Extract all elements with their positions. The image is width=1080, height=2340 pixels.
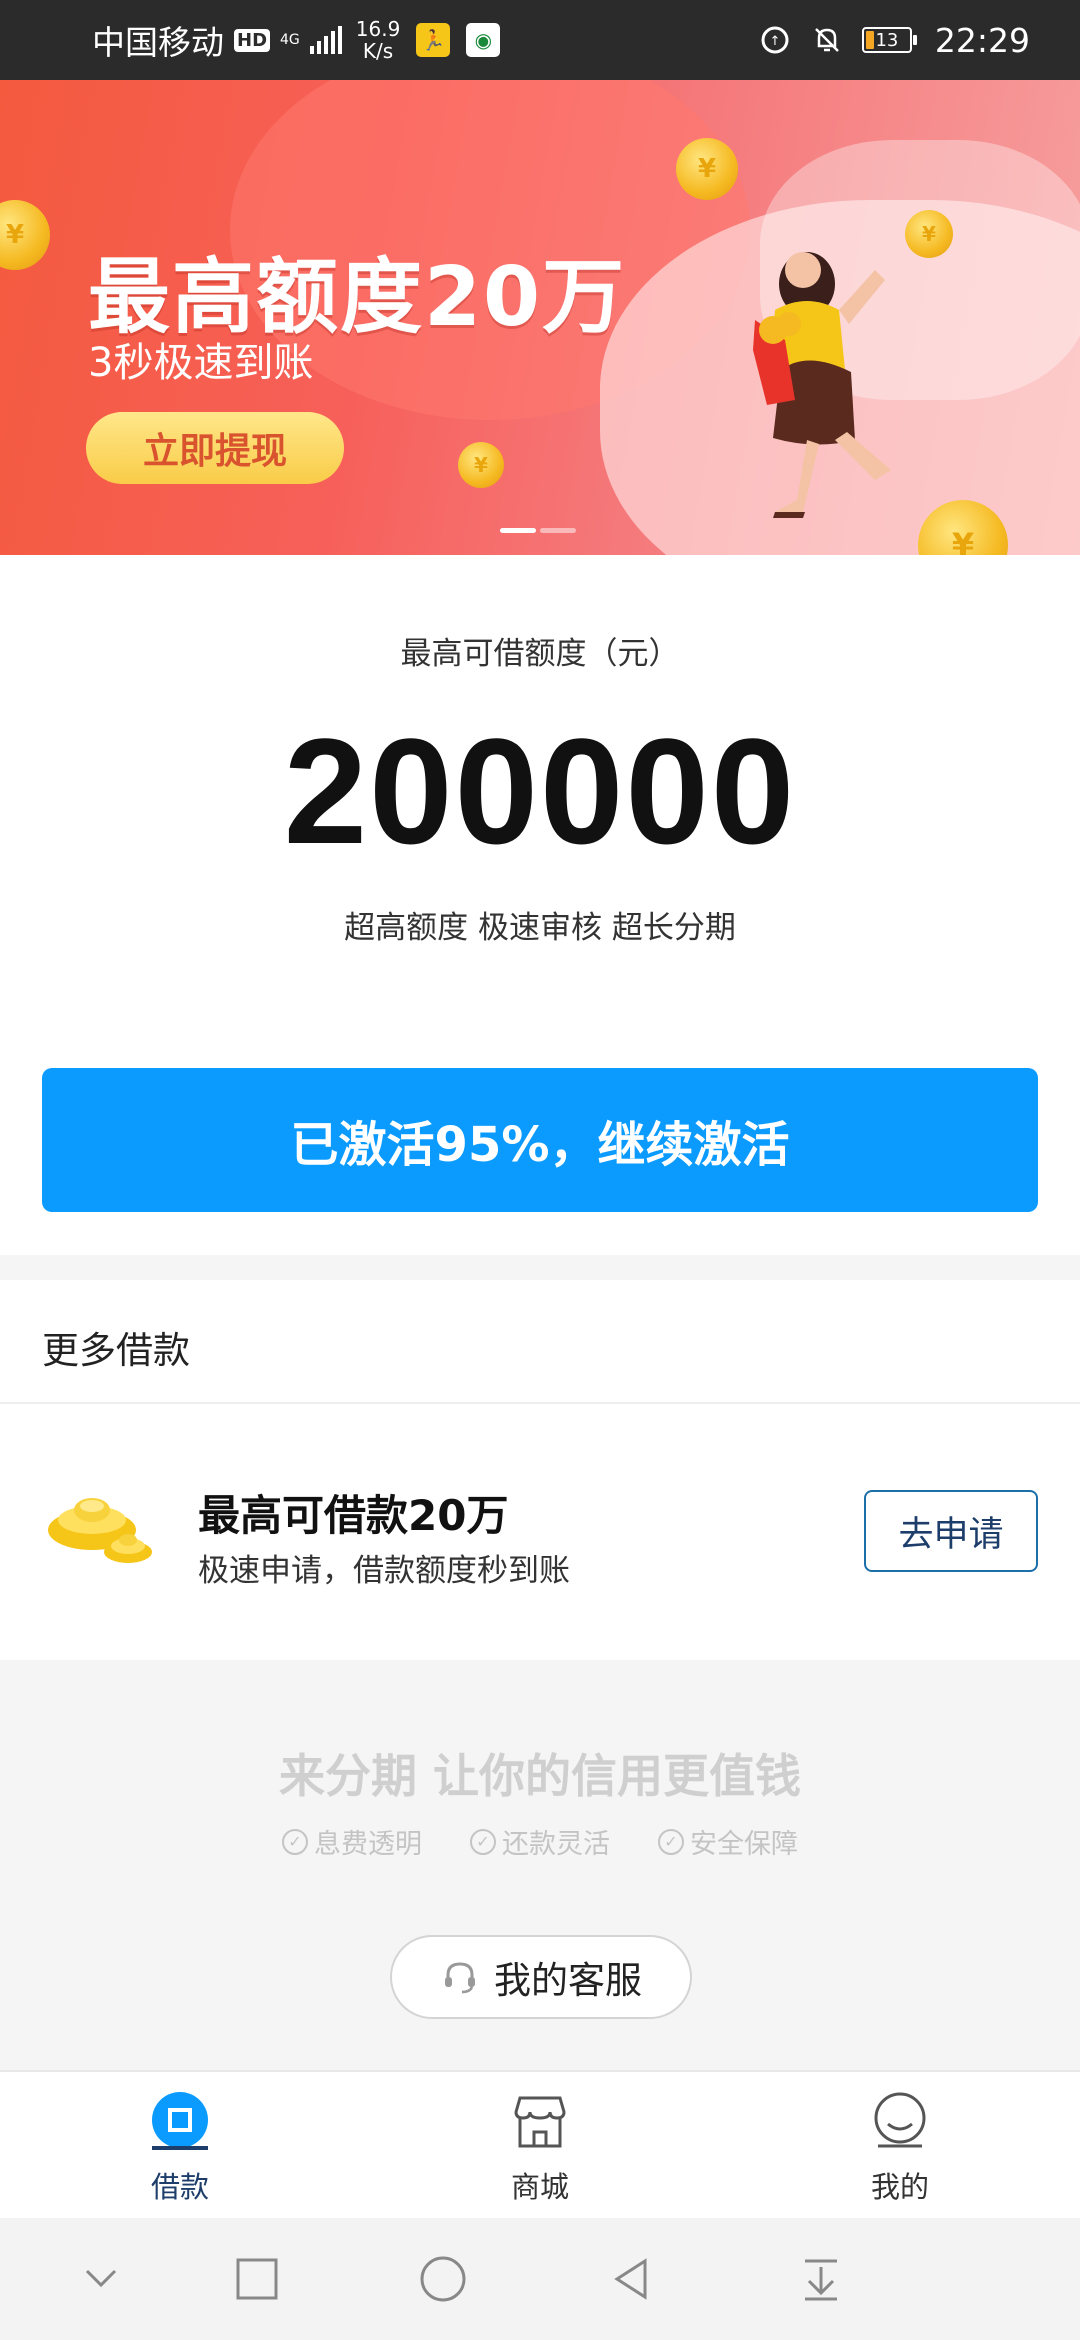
status-bar: 中国移动 HD 4G 16.9 K/s 🏃 ◉ ↑ 13 22:29 [0,0,1080,80]
feature-list: ✓ 息费透明 ✓ 还款灵活 ✓ 安全保障 [0,1822,1080,1861]
limit-label: 最高可借额度（元） [400,636,680,672]
loan-item-desc: 极速申请，借款额度秒到账 [198,1553,570,1589]
hd-badge: HD [234,28,271,52]
check-circle-icon: ✓ [658,1828,684,1855]
tab-loan[interactable]: 借款 [100,2090,260,2206]
carrier-name: 中国移动 [92,23,224,62]
square-icon [236,2258,278,2300]
apply-button[interactable]: 去申请 [864,1490,1038,1572]
promo-banner[interactable]: ¥ ¥ ¥ ¥ ¥ 最高额度20万 3秒极速到账 立即提现 [0,80,1080,555]
headset-icon [445,1962,475,1994]
bottom-tab-bar: 借款 商城 我的 [0,2070,1080,2218]
back-triangle-icon [614,2258,647,2300]
loan-item-title: 最高可借款20万 [198,1491,509,1540]
clock: 22:29 [934,20,1030,60]
section-divider [0,1255,1080,1280]
feature-item: ✓ 息费透明 [282,1822,422,1861]
slogan: 来分期 让你的信用更值钱 [278,1749,801,1803]
notification-pull-button[interactable] [796,2254,846,2304]
svg-text:↑: ↑ [769,34,780,49]
divider [0,1402,1080,1404]
feature-item: ✓ 安全保障 [658,1822,798,1861]
banner-subtitle: 3秒极速到账 [88,340,314,386]
tab-label: 商城 [510,2170,569,2204]
system-nav-bar [0,2218,1080,2340]
pull-down-icon [805,2259,837,2301]
running-app-icon: 🏃 [416,23,451,57]
more-loans-title: 更多借款 [42,1329,190,1372]
coin-icon: ¥ [0,200,50,270]
circle-icon [420,2256,466,2302]
continue-activate-button[interactable]: 已激活95%，继续激活 [42,1068,1038,1212]
tab-profile[interactable]: 我的 [820,2090,980,2206]
tab-label: 借款 [150,2170,209,2204]
check-circle-icon: ✓ [282,1828,308,1855]
profile-icon [874,2092,926,2148]
withdraw-now-button[interactable]: 立即提现 [86,412,344,484]
carousel-indicator [500,528,576,533]
network-speed: 16.9 K/s [355,17,401,63]
back-button[interactable] [606,2254,656,2304]
home-button[interactable] [418,2254,468,2304]
customer-service-button[interactable]: 我的客服 [390,1935,692,2019]
store-icon [514,2096,566,2148]
limit-tags: 超高额度 极速审核 超长分期 [344,910,736,946]
tab-label: 我的 [870,2170,929,2204]
coin-icon: ¥ [458,442,504,488]
collapse-button[interactable] [76,2254,126,2304]
battery-icon: 13 [861,27,917,53]
customer-service-label: 我的客服 [494,1959,642,2002]
feature-item: ✓ 还款灵活 [470,1822,610,1861]
mask-app-icon: ◉ [466,23,501,57]
woman-illustration [753,252,891,518]
network-type: 4G [280,32,300,48]
gold-ingot-icon [48,1498,152,1563]
carousel-dot-active [500,528,536,533]
loan-icon [152,2092,208,2150]
coin-icon: ¥ [676,138,738,200]
check-circle-icon: ✓ [470,1828,496,1855]
mute-bell-icon [810,23,844,57]
tab-store[interactable]: 商城 [460,2090,620,2206]
chevron-down-icon [85,2269,117,2288]
signal-icon [309,26,342,54]
data-saver-icon: ↑ [758,23,792,57]
carousel-dot [540,528,576,533]
recents-button[interactable] [232,2254,282,2304]
limit-amount: 200000 [283,707,797,875]
